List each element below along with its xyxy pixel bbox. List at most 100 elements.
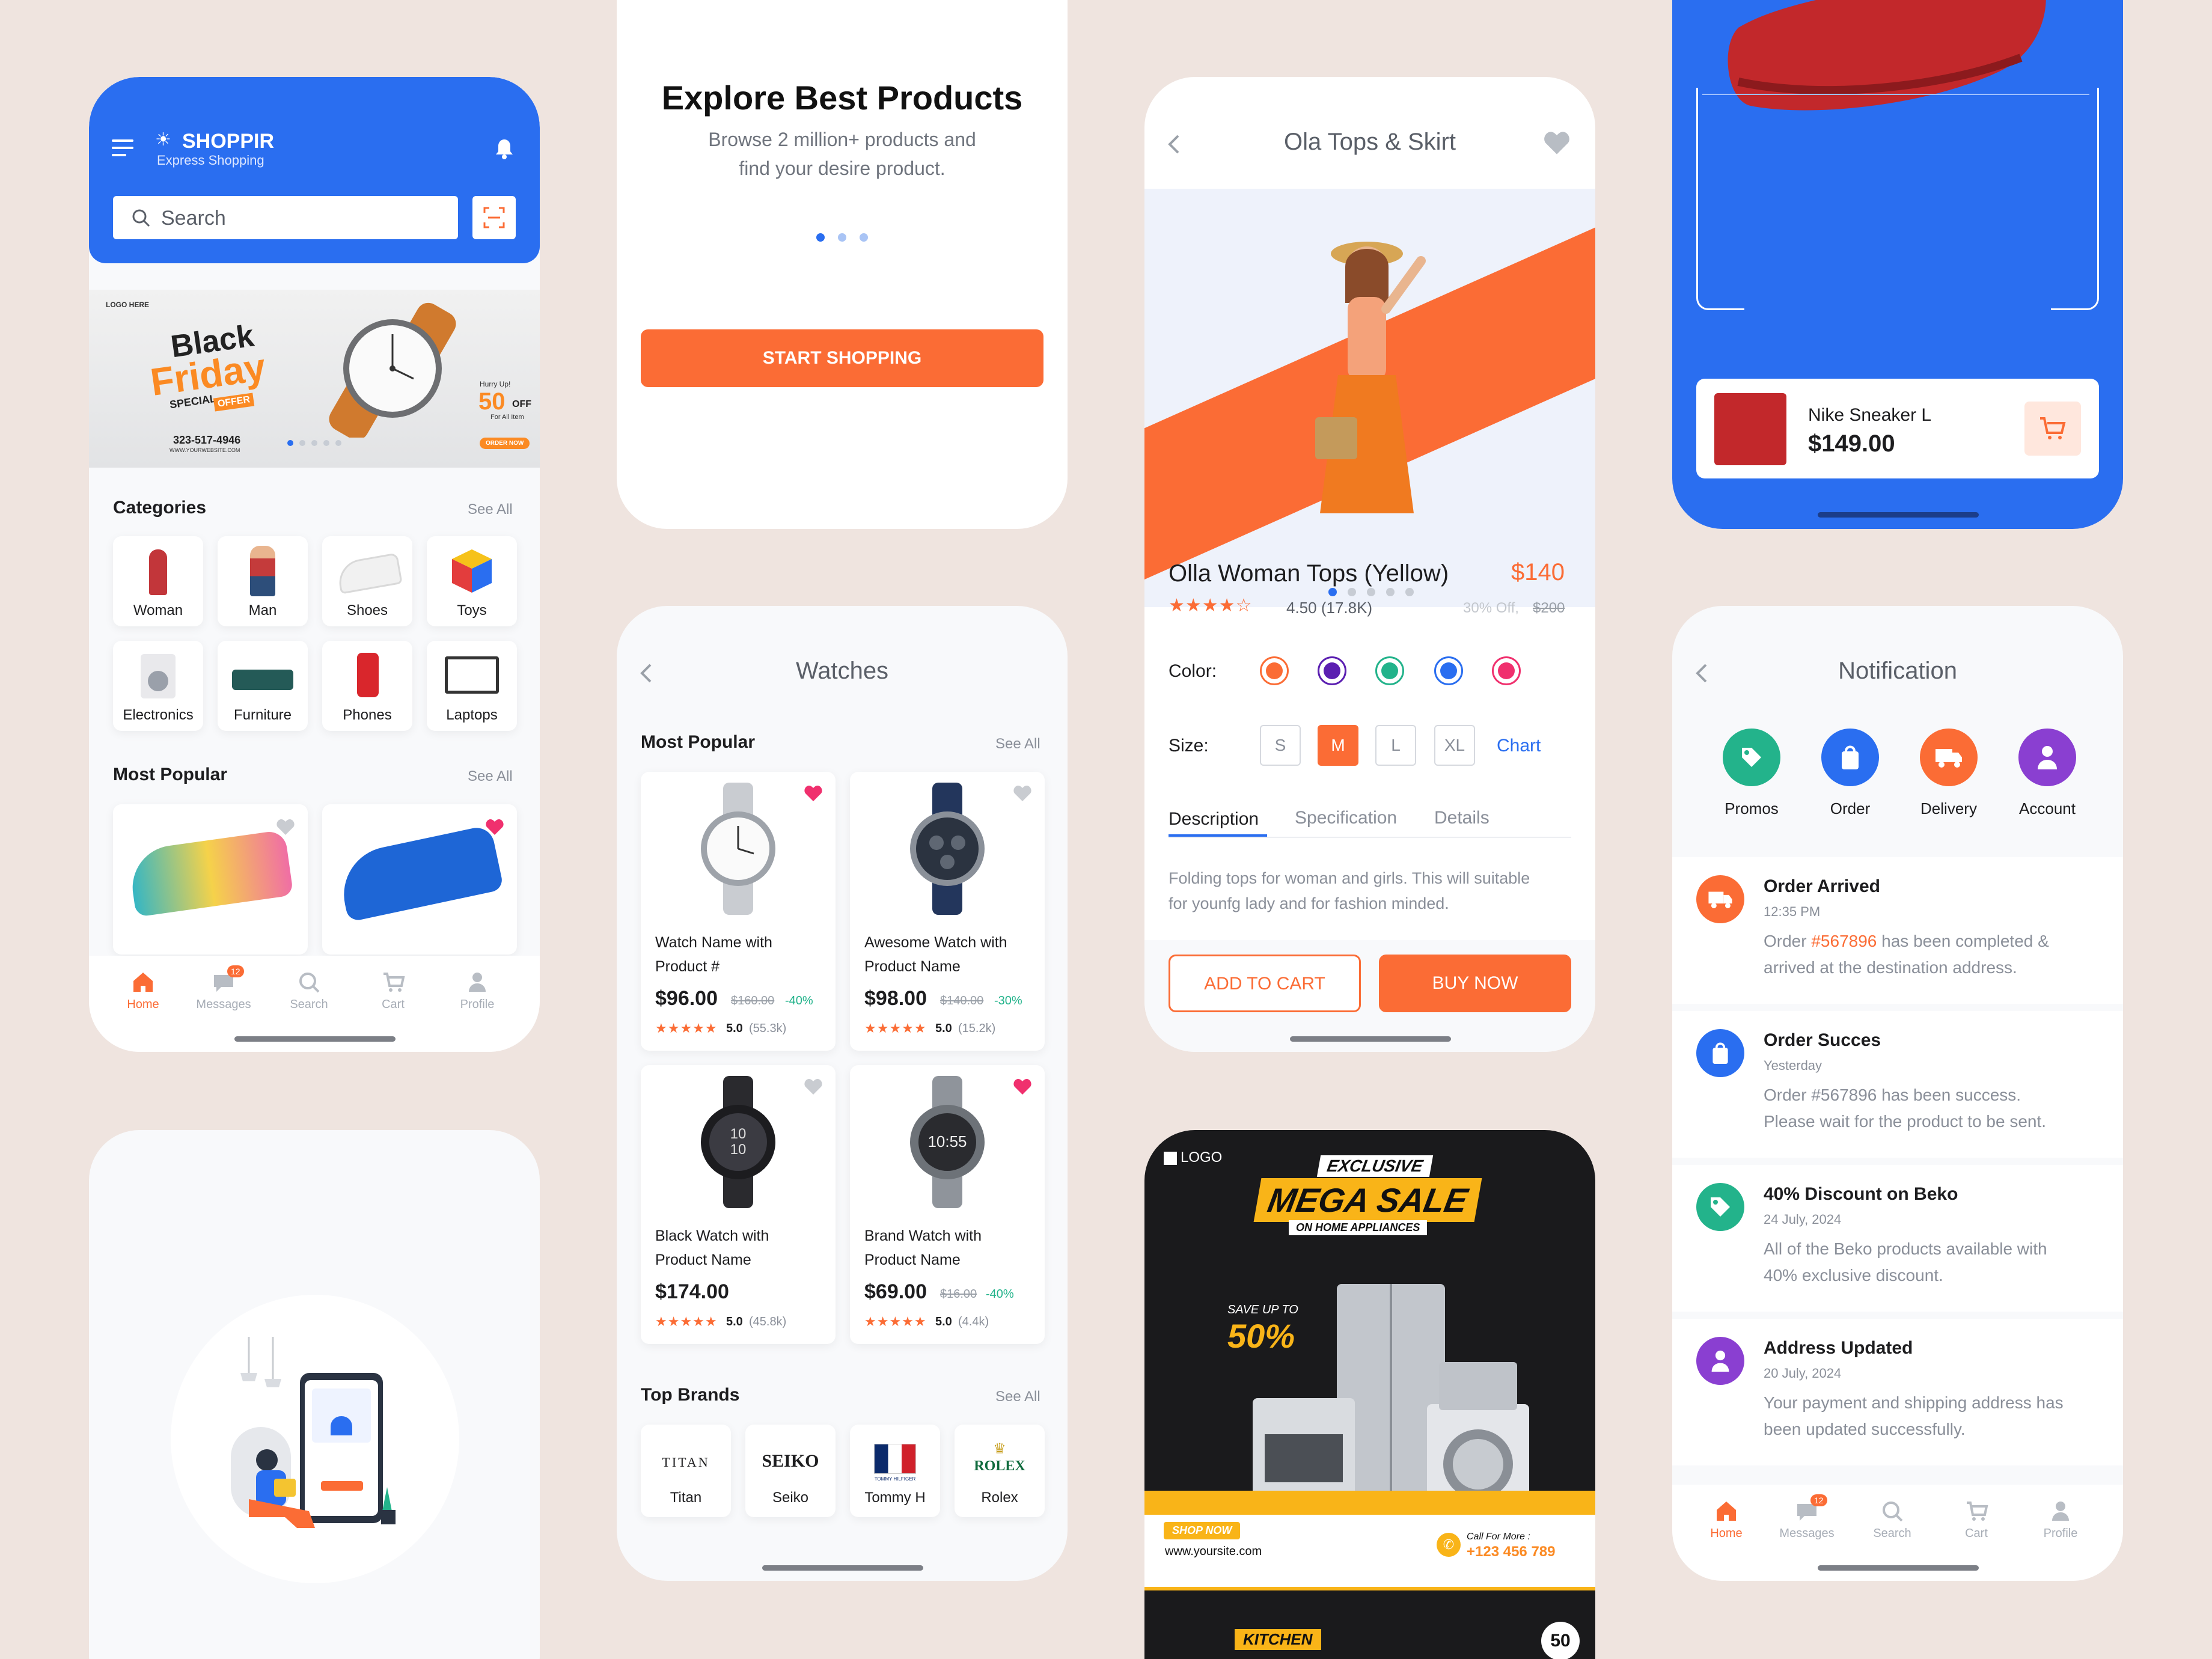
menu-icon[interactable] xyxy=(112,139,133,157)
notification-item[interactable]: Order Arrived 12:35 PM Order #567896 has… xyxy=(1672,857,2123,1004)
category-electronics[interactable]: Electronics xyxy=(113,641,203,731)
product-rating: 5.0 xyxy=(726,1022,743,1035)
category-furniture[interactable]: Furniture xyxy=(218,641,308,731)
shopping-illustration xyxy=(231,1337,396,1528)
buy-now-button[interactable]: BUY NOW xyxy=(1379,955,1571,1012)
product-discount: -30% xyxy=(994,994,1022,1007)
profile-icon xyxy=(469,973,486,992)
color-option-green[interactable] xyxy=(1375,656,1404,685)
nav-messages-label: Messages xyxy=(196,998,251,1011)
home-indicator xyxy=(1818,1565,1979,1571)
categories-see-all[interactable]: See All xyxy=(468,501,513,518)
filter-account[interactable]: Account xyxy=(2005,729,2089,819)
nav-cart[interactable]: Cart xyxy=(363,970,423,1012)
nav-search[interactable]: Search xyxy=(1862,1499,1922,1541)
size-option-s[interactable]: S xyxy=(1260,725,1301,766)
add-to-cart-button[interactable] xyxy=(2024,402,2081,456)
notification-item[interactable]: 40% Discount on Beko 24 July, 2024 All o… xyxy=(1672,1165,2123,1312)
tab-details[interactable]: Details xyxy=(1434,808,1489,828)
size-option-l[interactable]: L xyxy=(1375,725,1416,766)
tab-specification[interactable]: Specification xyxy=(1295,808,1397,828)
shop-now-button[interactable]: SHOP NOW xyxy=(1164,1522,1241,1539)
rolex-logo: ROLEX xyxy=(974,1458,1025,1474)
brand-titan[interactable]: TITAN Titan xyxy=(641,1425,731,1517)
color-option-orange[interactable] xyxy=(1260,656,1289,685)
favorite-heart-icon[interactable] xyxy=(1013,1078,1031,1095)
notification-time: 24 July, 2024 xyxy=(1764,1212,1842,1227)
nav-search[interactable]: Search xyxy=(279,970,339,1012)
home-icon xyxy=(133,973,153,992)
scanned-product-card[interactable]: Nike Sneaker L $149.00 xyxy=(1696,379,2099,478)
filter-delivery[interactable]: Delivery xyxy=(1907,729,1991,819)
nav-profile[interactable]: Profile xyxy=(2030,1499,2091,1541)
nav-home[interactable]: Home xyxy=(1696,1499,1756,1541)
favorite-heart-icon[interactable] xyxy=(804,785,822,802)
nav-messages[interactable]: Messages 12 xyxy=(1777,1494,1837,1541)
rating-stars-icon: ★★★★☆ xyxy=(1169,596,1253,616)
onboarding-illustration-screen xyxy=(89,1130,540,1659)
watch-product-1[interactable]: Watch Name with Product # $96.00 $160.00… xyxy=(641,772,836,1051)
seiko-logo: SEIKO xyxy=(762,1451,819,1471)
brand-rolex[interactable]: ♛ ROLEX Rolex xyxy=(955,1425,1045,1517)
logo-mark-icon xyxy=(1164,1151,1177,1165)
category-phones[interactable]: Phones xyxy=(322,641,412,731)
brand-tommy[interactable]: TOMMY HILFIGER Tommy H xyxy=(850,1425,940,1517)
category-woman[interactable]: Woman xyxy=(113,536,203,626)
illustration-circle xyxy=(171,1295,459,1583)
notification-item[interactable]: Address Updated 20 July, 2024 Your payme… xyxy=(1672,1319,2123,1465)
popular-product-1[interactable] xyxy=(113,804,308,955)
rolex-crown-icon: ♛ xyxy=(993,1441,1006,1457)
most-popular-see-all[interactable]: See All xyxy=(468,768,513,785)
tab-description[interactable]: Description xyxy=(1169,809,1259,830)
sale-home-appliances: ON HOME APPLIANCES xyxy=(1289,1220,1428,1235)
product-rating: 5.0 xyxy=(935,1022,952,1035)
start-shopping-button[interactable]: START SHOPPING xyxy=(641,329,1043,387)
size-option-m[interactable]: M xyxy=(1318,725,1358,766)
nav-profile[interactable]: Profile xyxy=(447,970,507,1012)
favorite-heart-icon[interactable] xyxy=(486,819,504,836)
filter-order[interactable]: Order xyxy=(1808,729,1892,819)
mega-sale-banner[interactable]: LOGO EXCLUSIVE MEGA SALE ON HOME APPLIAN… xyxy=(1144,1130,1595,1587)
category-shoes[interactable]: Shoes xyxy=(322,536,412,626)
color-option-blue[interactable] xyxy=(1434,656,1463,685)
brand-seiko[interactable]: SEIKO Seiko xyxy=(745,1425,836,1517)
nav-messages[interactable]: Messages 12 xyxy=(194,965,254,1012)
product-price: $96.00 xyxy=(655,987,718,1010)
black-friday-banner[interactable]: LOGO HERE Black Friday SPECIAL OFFER Hur… xyxy=(89,290,540,468)
favorite-heart-icon[interactable] xyxy=(1544,131,1570,155)
notification-item[interactable]: Order Succes Yesterday Order #567896 has… xyxy=(1672,1011,2123,1158)
category-laptops[interactable]: Laptops xyxy=(427,641,517,731)
product-hero-image xyxy=(1144,189,1595,607)
popular-product-2[interactable] xyxy=(322,804,517,955)
favorite-heart-icon[interactable] xyxy=(1013,785,1031,802)
banner-site: WWW.YOURWEBSITE.COM xyxy=(170,447,240,453)
search-input[interactable]: Search xyxy=(113,196,458,239)
size-option-xl[interactable]: XL xyxy=(1434,725,1475,766)
size-chart-link[interactable]: Chart xyxy=(1497,736,1541,756)
favorite-heart-icon[interactable] xyxy=(276,819,295,836)
notification-bell-icon[interactable] xyxy=(494,137,515,161)
watch-product-2[interactable]: Awesome Watch with Product Name $98.00 $… xyxy=(850,772,1045,1051)
scan-button[interactable] xyxy=(472,196,516,239)
color-option-pink[interactable] xyxy=(1492,656,1521,685)
kitchen-sale-banner[interactable]: KITCHEN 50 xyxy=(1144,1587,1595,1659)
category-toys[interactable]: Toys xyxy=(427,536,517,626)
top-brands-see-all[interactable]: See All xyxy=(995,1389,1040,1405)
favorite-heart-icon[interactable] xyxy=(804,1078,822,1095)
order-number-link[interactable]: #567896 xyxy=(1811,932,1877,950)
filter-promos[interactable]: Promos xyxy=(1709,729,1794,819)
product-name-line-2: Product # xyxy=(655,958,720,975)
banner-dot-1 xyxy=(287,440,293,446)
sale-call-label: Call For More : xyxy=(1467,1532,1530,1542)
watch-product-4[interactable]: 10:55 Brand Watch with Product Name $69.… xyxy=(850,1065,1045,1344)
add-to-cart-button[interactable]: ADD TO CART xyxy=(1169,955,1361,1012)
category-man[interactable]: Man xyxy=(218,536,308,626)
watches-popular-see-all[interactable]: See All xyxy=(995,736,1040,753)
color-option-purple[interactable] xyxy=(1318,656,1346,685)
watch-product-3[interactable]: 10 10 Black Watch with Product Name $174.… xyxy=(641,1065,836,1344)
tab-divider xyxy=(1169,837,1571,838)
nav-home[interactable]: Home xyxy=(113,970,173,1012)
product-rating-count: (55.3k) xyxy=(749,1022,787,1035)
filter-order-label: Order xyxy=(1830,799,1871,817)
nav-cart[interactable]: Cart xyxy=(1946,1499,2006,1541)
